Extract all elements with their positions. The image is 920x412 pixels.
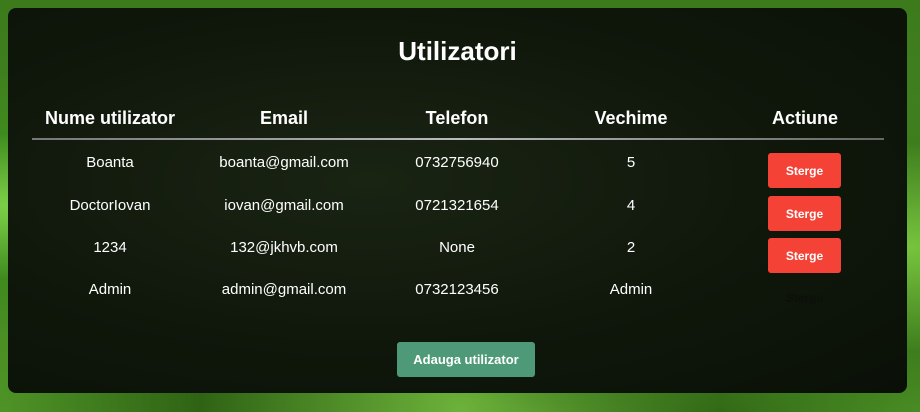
cell-vechime: 2 [626, 239, 636, 256]
add-user-button[interactable]: Adauga utilizator [397, 342, 535, 377]
cell-vechime: 4 [626, 197, 636, 214]
cell-phone: 0721321654 [415, 197, 499, 214]
cell-name: DoctorIovan [69, 197, 151, 214]
column-header: Telefon [425, 108, 489, 128]
delete-button[interactable]: Sterge [768, 196, 841, 231]
cell-email: boanta@gmail.com [219, 154, 349, 171]
cell-email: admin@gmail.com [221, 281, 347, 298]
cell-vechime: 5 [626, 154, 636, 171]
cell-email: 132@jkhvb.com [230, 239, 338, 256]
header-divider [32, 138, 884, 140]
cell-email: iovan@gmail.com [224, 197, 344, 214]
cell-name: Admin [88, 281, 132, 298]
cell-phone: None [439, 239, 475, 256]
cell-phone: 0732756940 [415, 154, 499, 171]
delete-button[interactable]: Sterge [768, 153, 841, 188]
column-header: Email [259, 108, 309, 128]
column-header: Actiune [771, 108, 838, 128]
users-panel: Utilizatori Nume utilizator Email Telefon V… [8, 8, 907, 393]
cell-vechime: Admin [609, 281, 653, 298]
cell-name: Boanta [86, 154, 134, 171]
page-title: Utilizatori [398, 36, 517, 66]
column-header: Vechime [594, 108, 668, 128]
delete-button[interactable]: Sterge [768, 280, 841, 315]
column-header: Nume utilizator [44, 108, 175, 128]
delete-button[interactable]: Sterge [768, 238, 841, 273]
cell-name: 1234 [93, 239, 127, 256]
cell-phone: 0732123456 [415, 281, 499, 298]
